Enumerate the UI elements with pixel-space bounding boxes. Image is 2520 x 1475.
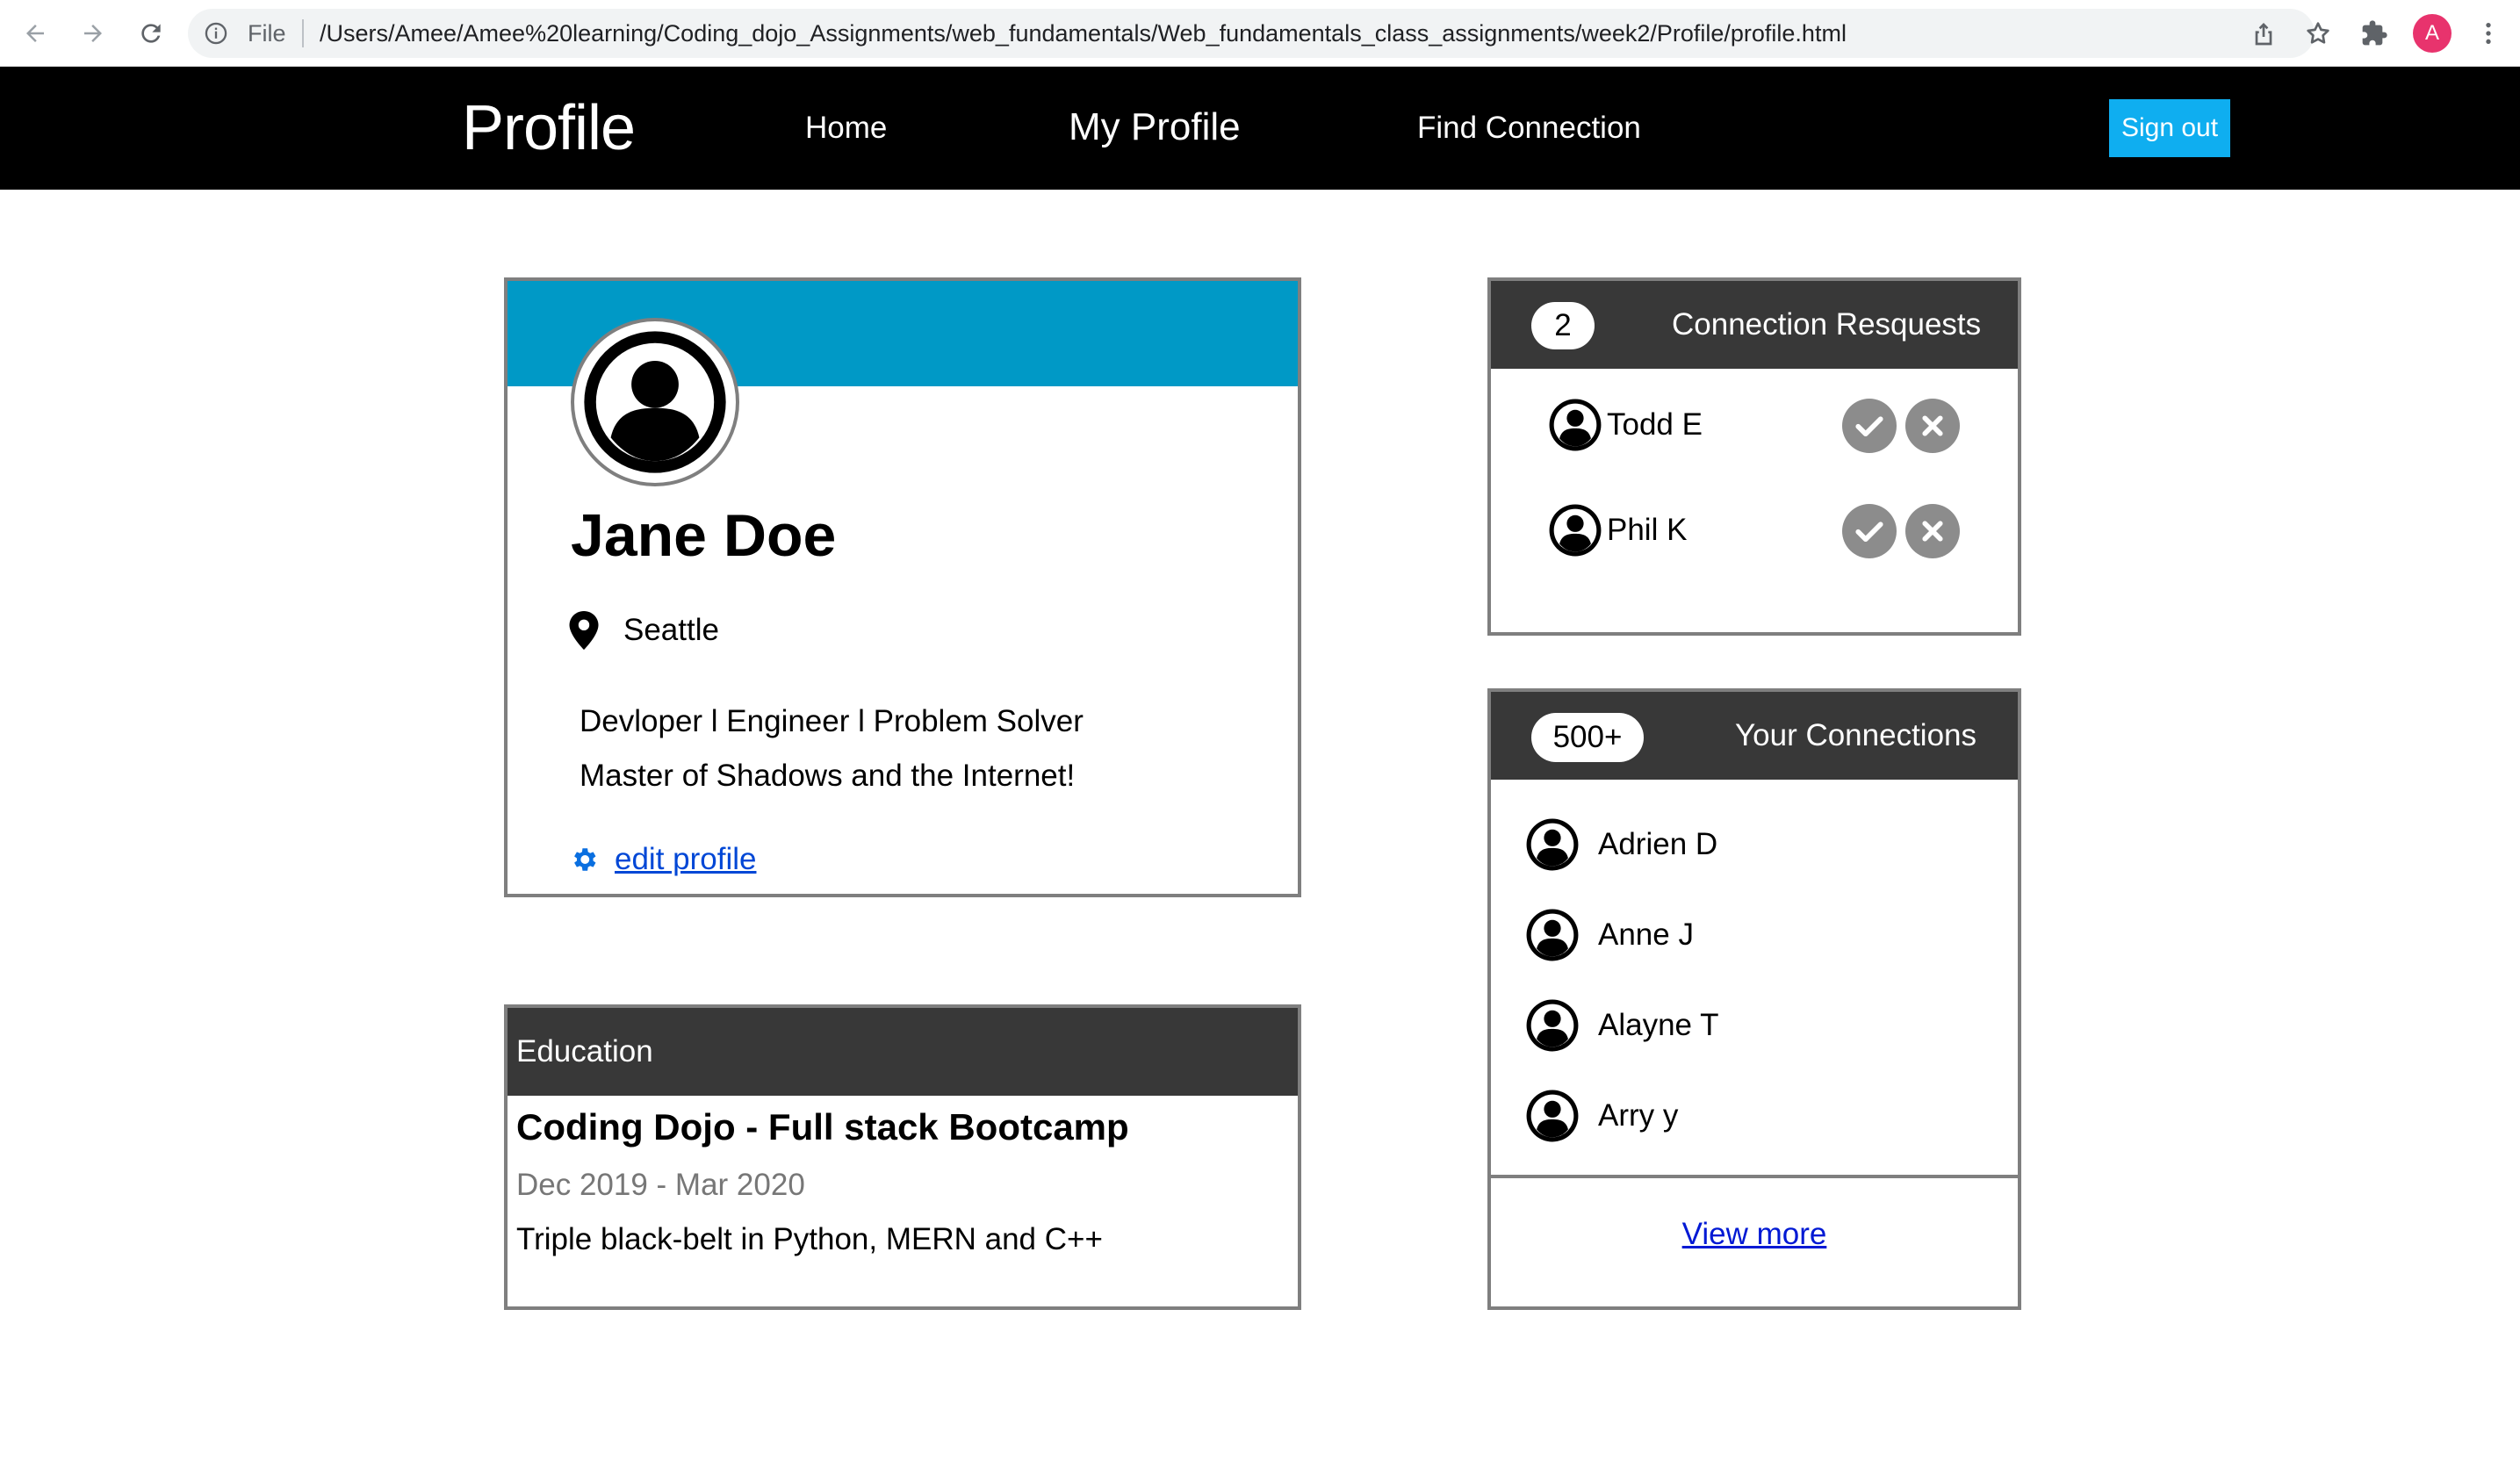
- connection-name[interactable]: Adrien D: [1598, 825, 1717, 864]
- your-connections-title: Your Connections: [1735, 718, 1977, 752]
- edit-profile-row[interactable]: edit profile: [569, 839, 756, 880]
- kebab-menu-icon[interactable]: [2474, 19, 2502, 47]
- back-button[interactable]: [14, 12, 56, 54]
- connection-requests-title: Connection Resquests: [1672, 307, 1982, 342]
- request-name[interactable]: Todd E: [1607, 406, 1703, 444]
- accept-request-button[interactable]: [1842, 399, 1897, 453]
- brand-title[interactable]: Profile: [462, 91, 636, 165]
- url-separator: [302, 19, 304, 47]
- connection-requests-card: 2 Connection Resquests Todd E Phil K: [1487, 277, 2021, 636]
- connection-name[interactable]: Alayne T: [1598, 1006, 1719, 1045]
- reload-icon: [141, 24, 161, 43]
- browser-toolbar: File /Users/Amee/Amee%20learning/Coding_…: [0, 0, 2520, 67]
- info-icon[interactable]: [204, 21, 228, 46]
- forward-arrow-icon: [84, 25, 102, 42]
- education-dates: Dec 2019 - Mar 2020: [516, 1168, 805, 1202]
- connection-name[interactable]: Arry y: [1598, 1097, 1678, 1135]
- education-title: Coding Dojo - Full stack Bootcamp: [516, 1106, 1129, 1148]
- education-header: Education: [508, 1008, 1298, 1096]
- gear-icon[interactable]: [569, 845, 599, 874]
- your-connections-card: 500+ Your Connections Adrien D Anne J Al…: [1487, 688, 2021, 1310]
- accept-request-button[interactable]: [1842, 504, 1897, 558]
- profile-name: Jane Doe: [571, 502, 837, 569]
- check-icon: [1855, 522, 1883, 543]
- decline-request-button[interactable]: [1905, 504, 1960, 558]
- location-row: Seattle: [569, 609, 719, 651]
- profile-avatar: [571, 318, 739, 486]
- back-arrow-icon: [26, 25, 44, 42]
- connection-requests-header: 2 Connection Resquests: [1491, 281, 2018, 369]
- close-icon: [1922, 521, 1943, 542]
- location-text: Seattle: [623, 613, 719, 647]
- profile-card: Jane Doe Seattle Devloper l Engineer l P…: [504, 277, 1301, 897]
- edit-profile-link[interactable]: edit profile: [615, 842, 756, 877]
- user-icon: [1526, 999, 1579, 1052]
- your-connections-header: 500+ Your Connections: [1491, 692, 2018, 780]
- request-row: Todd E: [1547, 397, 1986, 453]
- check-icon: [1855, 416, 1883, 437]
- connection-row[interactable]: Alayne T: [1524, 997, 1963, 1054]
- reload-button[interactable]: [130, 12, 172, 54]
- view-more-link[interactable]: View more: [1682, 1217, 1827, 1251]
- url-scheme-label: File: [248, 20, 286, 47]
- bookmark-star-icon[interactable]: [2304, 19, 2332, 47]
- user-icon: [1526, 1090, 1579, 1142]
- user-icon: [1526, 909, 1579, 961]
- user-icon: [1549, 399, 1602, 451]
- education-card: Education Coding Dojo - Full stack Bootc…: [504, 1004, 1301, 1310]
- browser-profile-avatar[interactable]: A: [2413, 14, 2452, 53]
- close-icon: [1922, 415, 1943, 436]
- url-text[interactable]: /Users/Amee/Amee%20learning/Coding_dojo_…: [320, 18, 1847, 49]
- education-header-title: Education: [516, 1034, 653, 1068]
- view-more-row: View more: [1491, 1215, 2018, 1254]
- bio-line: Master of Shadows and the Internet!: [580, 759, 1076, 793]
- connection-name[interactable]: Anne J: [1598, 916, 1694, 954]
- nav-link-home[interactable]: Home: [805, 109, 887, 148]
- connection-row[interactable]: Anne J: [1524, 907, 1963, 963]
- address-bar[interactable]: File /Users/Amee/Amee%20learning/Coding_…: [188, 9, 2329, 58]
- user-icon: [1549, 504, 1602, 557]
- map-pin-icon: [569, 611, 599, 650]
- connection-row[interactable]: Arry y: [1524, 1088, 1963, 1144]
- education-description: Triple black-belt in Python, MERN and C+…: [516, 1222, 1103, 1256]
- forward-button[interactable]: [72, 12, 114, 54]
- connection-row[interactable]: Adrien D: [1524, 817, 1963, 873]
- requests-count-badge: 2: [1531, 302, 1595, 349]
- nav-link-my-profile[interactable]: My Profile: [1069, 104, 1241, 151]
- user-avatar-icon: [584, 331, 726, 473]
- request-name[interactable]: Phil K: [1607, 511, 1687, 550]
- decline-request-button[interactable]: [1905, 399, 1960, 453]
- divider: [1491, 1175, 2018, 1178]
- user-icon: [1526, 818, 1579, 871]
- connections-count-badge: 500+: [1531, 713, 1644, 762]
- site-navbar: Profile Home My Profile Find Connection …: [0, 67, 2520, 190]
- bio-line: Devloper l Engineer l Problem Solver: [580, 704, 1084, 738]
- nav-link-find-connection[interactable]: Find Connection: [1417, 109, 1641, 148]
- share-icon[interactable]: [2250, 19, 2278, 47]
- sign-out-button[interactable]: Sign out: [2109, 99, 2230, 157]
- extensions-puzzle-icon[interactable]: [2360, 19, 2388, 47]
- request-row: Phil K: [1547, 502, 1986, 558]
